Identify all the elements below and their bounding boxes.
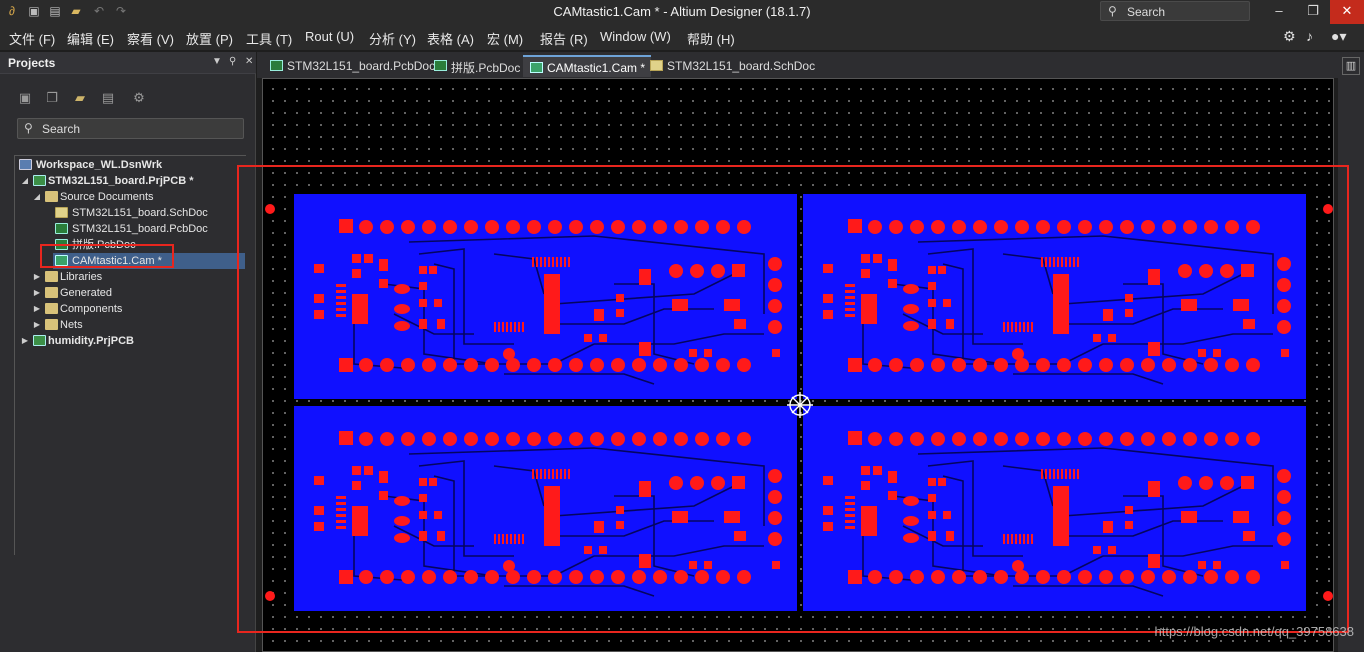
tab-label: STM32L151_board.SchDoc bbox=[667, 59, 816, 73]
menu-window[interactable]: Window (W) bbox=[600, 29, 671, 44]
pcb-doc-icon bbox=[434, 60, 447, 71]
projects-panel: Projects ▼ ⚲ ✕ ▣ ❐ ▰ ▤ ⚙ ⚲ Search Worksp… bbox=[0, 52, 256, 652]
menu-edit[interactable]: 编辑 (E) bbox=[67, 29, 114, 48]
menu-help[interactable]: 帮助 (H) bbox=[687, 29, 735, 48]
close-button[interactable]: ✕ bbox=[1330, 0, 1364, 24]
menu-tables[interactable]: 表格 (A) bbox=[427, 29, 474, 48]
tab-stm32-schdoc[interactable]: STM32L151_board.SchDoc bbox=[643, 55, 821, 77]
tree-node-label: Components bbox=[60, 303, 123, 315]
tab-label: STM32L151_board.PcbDoc bbox=[287, 59, 436, 73]
projects-search-placeholder: Search bbox=[42, 122, 81, 136]
panel-pin-icon[interactable]: ⚲ bbox=[229, 56, 236, 67]
panel-menu-chevron-down-icon[interactable]: ▼ bbox=[212, 56, 222, 67]
workspace-icon bbox=[19, 159, 32, 170]
maximize-button[interactable]: ❐ bbox=[1296, 0, 1330, 24]
panels-toggle-icon[interactable]: ▥ bbox=[1342, 57, 1360, 75]
project-tree: Workspace_WL.DsnWrk ◢ STM32L151_board.Pr… bbox=[14, 155, 246, 555]
global-search[interactable]: ⚲ Search bbox=[1100, 1, 1250, 21]
tree-node-source-documents[interactable]: ◢ Source Documents bbox=[29, 189, 245, 205]
pcb-doc-icon bbox=[55, 223, 68, 234]
collapse-arrow-icon[interactable]: ▶ bbox=[32, 269, 42, 285]
menu-macros[interactable]: 宏 (M) bbox=[487, 29, 523, 48]
save-project-icon[interactable]: ▣ bbox=[17, 90, 33, 106]
folder-icon bbox=[45, 287, 58, 298]
collapse-arrow-icon[interactable]: ▶ bbox=[20, 333, 30, 349]
tab-stm32-pcbdoc[interactable]: STM32L151_board.PcbDoc bbox=[263, 55, 441, 77]
collapse-arrow-icon[interactable]: ▶ bbox=[32, 285, 42, 301]
project-icon bbox=[33, 175, 46, 186]
schematic-doc-icon bbox=[650, 60, 663, 71]
menu-analyze[interactable]: 分析 (Y) bbox=[369, 29, 416, 48]
expand-arrow-icon[interactable]: ◢ bbox=[20, 173, 30, 189]
folder-icon bbox=[45, 303, 58, 314]
notifications-bell-icon[interactable]: ♪ bbox=[1306, 28, 1313, 44]
menu-view[interactable]: 察看 (V) bbox=[127, 29, 174, 48]
collapse-arrow-icon[interactable]: ▶ bbox=[32, 317, 42, 333]
tab-label: CAMtastic1.Cam * bbox=[547, 61, 646, 75]
tree-node-generated[interactable]: ▶ Generated bbox=[29, 285, 245, 301]
menu-bar: 文件 (F) 编辑 (E) 察看 (V) 放置 (P) 工具 (T) Rout … bbox=[0, 24, 1364, 50]
projects-panel-header: Projects ▼ ⚲ ✕ bbox=[0, 52, 256, 74]
menu-file[interactable]: 文件 (F) bbox=[9, 29, 55, 48]
tree-node-label: Generated bbox=[60, 287, 112, 299]
close-project-icon[interactable]: ▤ bbox=[100, 90, 116, 106]
tree-node-project-stm32[interactable]: ◢ STM32L151_board.PrjPCB * bbox=[17, 173, 245, 189]
tree-node-nets[interactable]: ▶ Nets bbox=[29, 317, 245, 333]
watermark-text: https://blog.csdn.net/qq_39758638 bbox=[1154, 624, 1355, 639]
pcb-doc-icon bbox=[270, 60, 283, 71]
schematic-doc-icon bbox=[55, 207, 68, 218]
search-icon: ⚲ bbox=[24, 121, 33, 135]
menu-reports[interactable]: 报告 (R) bbox=[540, 29, 588, 48]
projects-panel-title: Projects bbox=[8, 56, 56, 70]
projects-search-input[interactable]: ⚲ Search bbox=[17, 118, 244, 139]
menu-tools[interactable]: 工具 (T) bbox=[246, 29, 292, 48]
folder-icon bbox=[45, 319, 58, 330]
tab-label: 拼版.PcbDoc bbox=[451, 61, 521, 75]
tree-node-label: Workspace_WL.DsnWrk bbox=[36, 159, 163, 171]
tree-node-label: STM32L151_board.SchDoc bbox=[72, 207, 208, 219]
document-tab-strip: STM32L151_board.PcbDoc 拼版.PcbDoc CAMtast… bbox=[257, 52, 1364, 78]
tab-panel-pcbdoc[interactable]: 拼版.PcbDoc bbox=[427, 55, 526, 77]
title-bar: ∂ ▣ ▤ ▰ ↶ ↷ CAMtastic1.Cam * - Altium De… bbox=[0, 0, 1364, 24]
panel-close-icon[interactable]: ✕ bbox=[245, 56, 253, 67]
user-account-icon[interactable]: ●▾ bbox=[1331, 28, 1346, 45]
tab-cam-active[interactable]: CAMtastic1.Cam * bbox=[523, 55, 652, 77]
search-icon: ⚲ bbox=[1108, 4, 1117, 18]
tree-node-label: STM32L151_board.PcbDoc bbox=[72, 223, 208, 235]
global-search-label: Search bbox=[1127, 5, 1166, 19]
project-options-gear-icon[interactable]: ⚙ bbox=[131, 90, 147, 106]
tree-node-label: Libraries bbox=[60, 271, 103, 283]
tree-node-label: Nets bbox=[60, 319, 83, 331]
copy-document-icon[interactable]: ❐ bbox=[44, 90, 60, 106]
highlight-annotation-box bbox=[40, 244, 174, 268]
tree-node-schdoc[interactable]: STM32L151_board.SchDoc bbox=[53, 205, 245, 221]
menu-route[interactable]: Rout (U) bbox=[305, 29, 354, 44]
tree-node-pcbdoc[interactable]: STM32L151_board.PcbDoc bbox=[53, 221, 245, 237]
folder-icon bbox=[45, 191, 58, 202]
tree-node-label: Source Documents bbox=[60, 191, 154, 203]
minimize-button[interactable]: – bbox=[1262, 0, 1296, 24]
settings-gear-icon[interactable]: ⚙ bbox=[1283, 28, 1296, 45]
tree-node-libraries[interactable]: ▶ Libraries bbox=[29, 269, 245, 285]
tree-node-components[interactable]: ▶ Components bbox=[29, 301, 245, 317]
cam-doc-icon bbox=[530, 62, 543, 73]
tree-node-project-humidity[interactable]: ▶ humidity.PrjPCB bbox=[17, 333, 245, 349]
tree-node-label: STM32L151_board.PrjPCB * bbox=[48, 175, 194, 187]
canvas-highlight-box bbox=[237, 165, 1349, 633]
tree-node-workspace[interactable]: Workspace_WL.DsnWrk bbox=[17, 157, 245, 173]
expand-arrow-icon[interactable]: ◢ bbox=[32, 189, 42, 205]
menu-place[interactable]: 放置 (P) bbox=[186, 29, 233, 48]
folder-icon bbox=[45, 271, 58, 282]
open-folder-icon[interactable]: ▰ bbox=[72, 90, 88, 106]
collapse-arrow-icon[interactable]: ▶ bbox=[32, 301, 42, 317]
tree-node-label: humidity.PrjPCB bbox=[48, 335, 134, 347]
project-icon bbox=[33, 335, 46, 346]
